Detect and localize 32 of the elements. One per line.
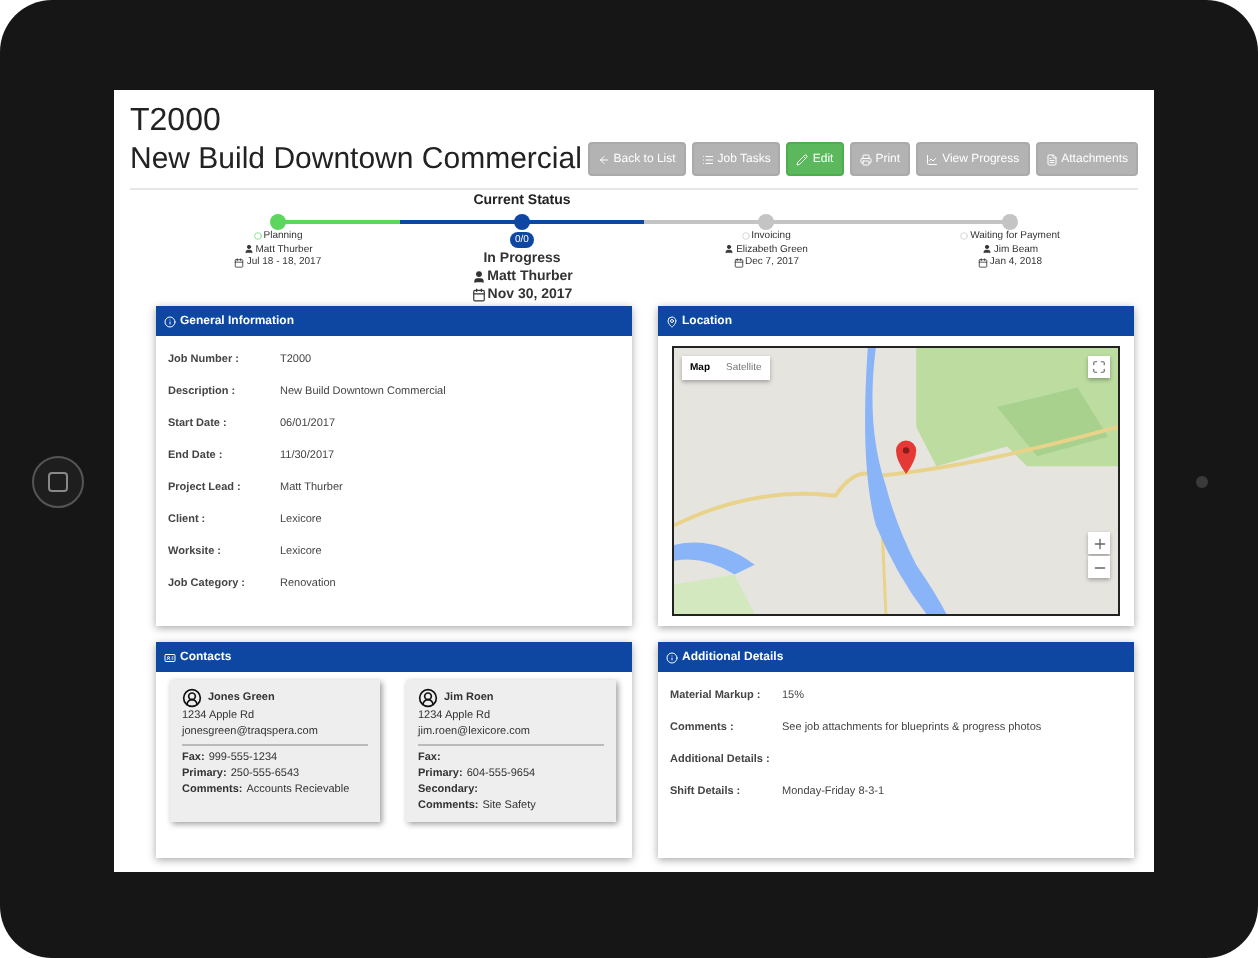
info-icon	[164, 315, 176, 327]
list-icon	[701, 153, 714, 165]
pencil-icon	[796, 153, 809, 165]
fullscreen-icon	[1092, 360, 1106, 374]
job-title: New Build Downtown Commercial	[130, 142, 582, 176]
camera-icon	[1196, 475, 1208, 487]
circle-icon	[960, 232, 969, 241]
calendar-icon	[234, 257, 245, 268]
calendar-icon	[471, 288, 486, 302]
user-icon	[243, 244, 254, 255]
printer-icon	[859, 153, 872, 165]
calendar-icon	[977, 257, 988, 268]
arrow-left-icon	[597, 153, 610, 165]
user-icon	[981, 244, 992, 255]
home-button[interactable]	[31, 455, 83, 507]
calendar-icon	[733, 257, 744, 268]
avatar-icon	[182, 688, 202, 708]
job-number: T2000	[130, 102, 223, 142]
user-icon	[471, 270, 486, 284]
zoom-in-button[interactable]	[1088, 532, 1110, 554]
plus-icon	[1091, 535, 1107, 551]
zoom-out-button[interactable]	[1088, 556, 1110, 578]
info-icon	[666, 651, 678, 663]
avatar-icon	[418, 688, 438, 708]
circle-icon	[741, 232, 750, 241]
map-pin-icon	[666, 315, 678, 327]
fullscreen-button[interactable]	[1088, 356, 1110, 378]
circle-icon	[253, 232, 262, 241]
user-icon	[724, 244, 735, 255]
id-card-icon	[164, 651, 176, 663]
line-chart-icon	[926, 153, 939, 165]
file-icon	[1045, 153, 1058, 165]
